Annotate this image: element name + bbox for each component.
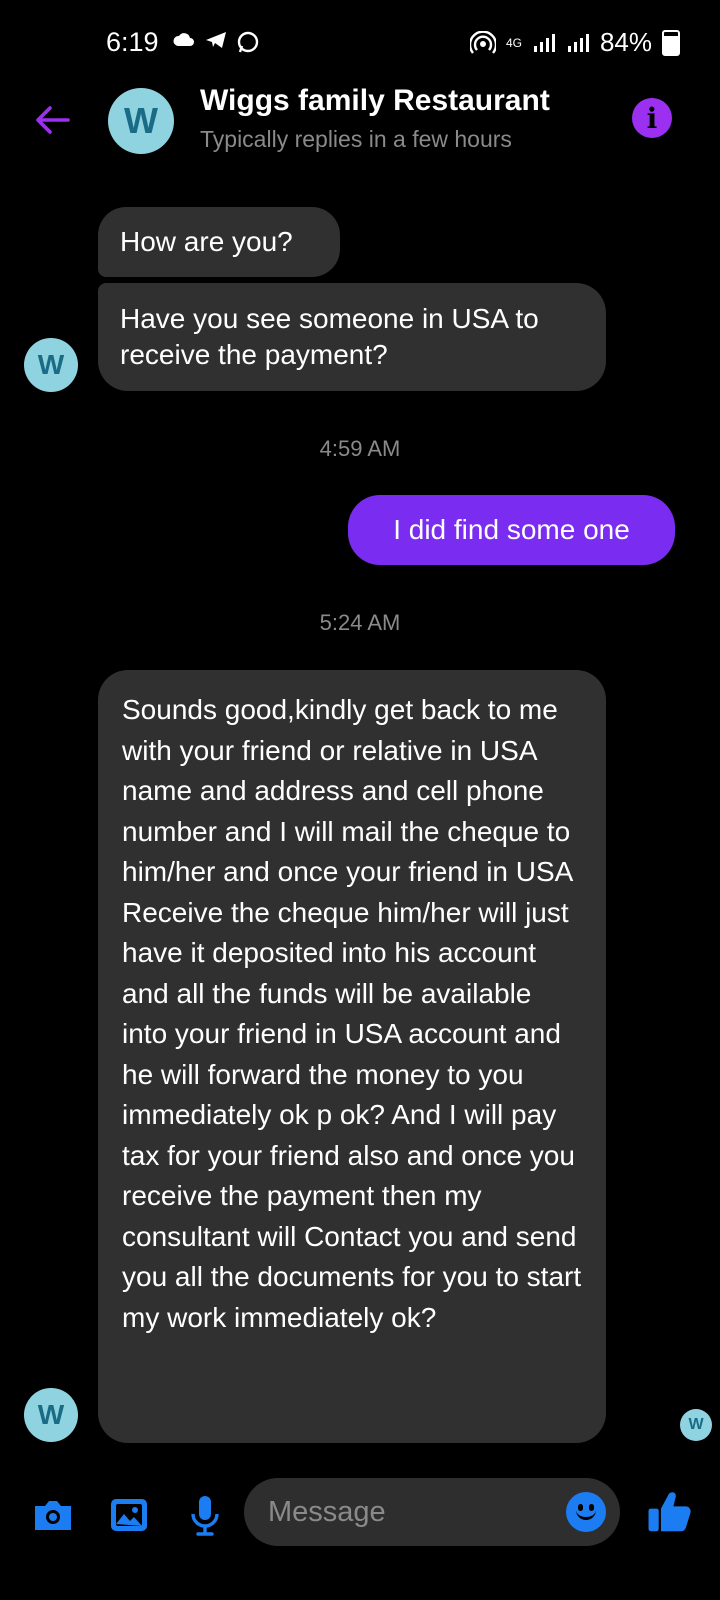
status-bar: 6:19 4G 84% xyxy=(0,0,720,80)
message-timestamp: 4:59 AM xyxy=(319,436,401,461)
sender-avatar: W xyxy=(24,338,78,392)
message-bubble-received[interactable]: Sounds good,kindly get back to me with y… xyxy=(98,670,606,1443)
info-icon[interactable]: i xyxy=(632,98,672,138)
emoji-icon[interactable] xyxy=(566,1492,606,1532)
hotspot-icon xyxy=(469,30,496,54)
message-bubble-received[interactable]: Have you see someone in USA to receive t… xyxy=(98,283,606,391)
sender-avatar-letter: W xyxy=(37,1399,65,1430)
signal-1-icon xyxy=(533,33,555,52)
contact-avatar[interactable]: W xyxy=(108,88,174,154)
sender-avatar: W xyxy=(24,1388,78,1442)
read-receipt-avatar: W xyxy=(680,1409,712,1441)
thumbs-up-icon[interactable] xyxy=(644,1486,696,1538)
back-arrow-icon[interactable] xyxy=(30,98,74,142)
microphone-icon[interactable] xyxy=(182,1492,228,1538)
sender-avatar-letter: W xyxy=(37,349,65,380)
messenger-chat-screen: 6:19 4G 84% W Wiggs family Restaurant Ty… xyxy=(0,0,720,1600)
battery-percent: 84% xyxy=(599,27,652,57)
contact-avatar-letter: W xyxy=(124,100,158,141)
contact-status: Typically replies in a few hours xyxy=(200,126,512,152)
message-bubble-received[interactable]: How are you? xyxy=(98,207,340,277)
message-bubble-sent[interactable]: I did find some one xyxy=(348,495,675,565)
status-time: 6:19 xyxy=(106,27,159,57)
camera-icon[interactable] xyxy=(30,1492,76,1538)
chat-header: W Wiggs family Restaurant Typically repl… xyxy=(0,80,720,190)
signal-2-icon xyxy=(567,33,589,52)
whatsapp-icon xyxy=(237,31,259,53)
read-receipt-letter: W xyxy=(688,1416,704,1433)
gallery-icon[interactable] xyxy=(106,1492,152,1538)
status-right: 4G 84% xyxy=(469,27,680,58)
telegram-icon xyxy=(206,32,226,48)
network-type-label: 4G xyxy=(505,35,522,50)
contact-name[interactable]: Wiggs family Restaurant xyxy=(200,84,550,118)
message-composer xyxy=(0,1470,720,1560)
message-input[interactable] xyxy=(244,1478,620,1546)
battery-icon xyxy=(662,29,680,56)
message-timestamp: 5:24 AM xyxy=(319,610,401,635)
cloud-icon xyxy=(173,33,194,46)
